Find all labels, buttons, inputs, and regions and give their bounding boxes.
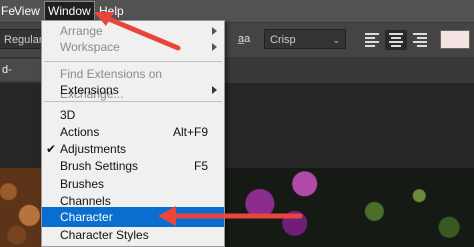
chevron-down-icon: ⌄ <box>332 35 340 45</box>
submenu-arrow-icon <box>212 27 217 35</box>
submenu-arrow-icon <box>212 86 217 94</box>
align-center-button[interactable] <box>385 30 407 50</box>
text-color-swatch[interactable] <box>440 30 470 49</box>
font-style-select[interactable]: Regular <box>0 29 43 49</box>
menu-item-character[interactable]: Character <box>42 207 224 227</box>
menu-item-label: Extensions <box>60 83 119 97</box>
photo-left-portion <box>0 168 42 247</box>
menu-item-brush-settings[interactable]: Brush Settings F5 <box>42 156 224 176</box>
menu-item-extensions[interactable]: Extensions <box>42 80 224 100</box>
menu-separator <box>44 101 222 102</box>
menu-item-label: Character Styles <box>60 228 149 242</box>
submenu-arrow-icon <box>212 43 217 51</box>
menu-item-character-styles[interactable]: Character Styles <box>42 225 224 245</box>
menu-item-workspace[interactable]: Workspace <box>42 37 224 57</box>
menu-item-label: Character <box>60 210 113 224</box>
menu-help[interactable]: Help <box>96 2 127 20</box>
menu-item-label: Workspace <box>60 40 120 54</box>
menu-view[interactable]: View <box>11 2 43 20</box>
menu-item-label: Brush Settings <box>60 159 139 173</box>
anti-alias-select[interactable]: Crisp ⌄ <box>264 29 346 49</box>
anti-alias-value: Crisp <box>270 34 296 46</box>
photo-flower-branch <box>225 168 474 247</box>
align-right-button[interactable] <box>409 30 431 50</box>
window-menu-dropdown: Arrange Workspace Find Extensions on Exc… <box>41 20 225 247</box>
menu-separator <box>44 61 222 62</box>
menu-window[interactable]: Window <box>44 1 95 21</box>
document-tab[interactable]: d-8611.jp <box>0 59 44 98</box>
align-left-button[interactable] <box>361 30 383 50</box>
anti-alias-icon: a̲a <box>238 33 251 45</box>
menu-item-shortcut: F5 <box>193 159 208 173</box>
